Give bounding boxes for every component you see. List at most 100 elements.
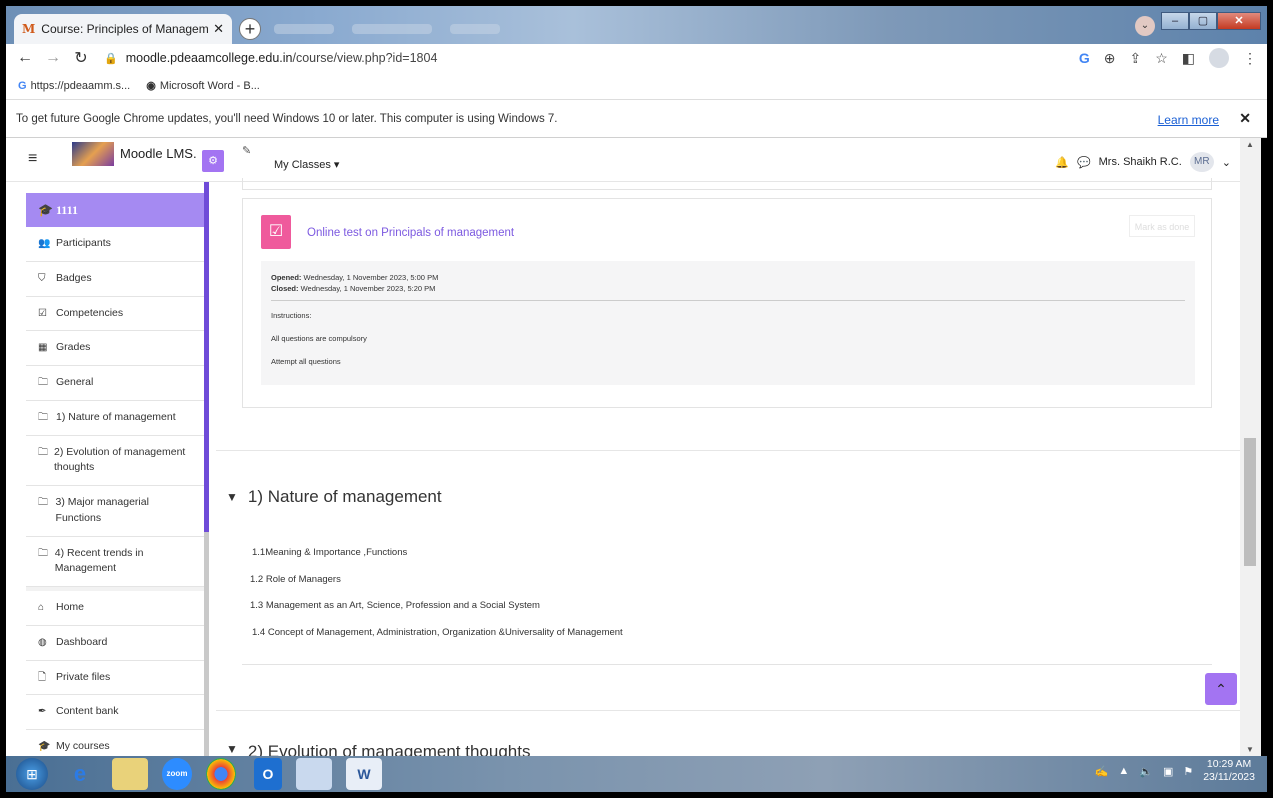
zoom-icon[interactable]: zoom [162,758,192,790]
checkbox-icon: ☑ [38,307,47,319]
sidebar-item-section-4[interactable]: 🗀 4) Recent trends in Management [26,537,204,587]
chevron-down-icon[interactable]: ⌄ [1222,156,1231,169]
bookmark-label: https://pdeaamm.s... [30,79,131,92]
profile-icon[interactable] [1209,48,1229,68]
network-icon[interactable]: ▣ [1163,765,1173,778]
bookmarks-bar: Ghttps://pdeaamm.s... ◉ Microsoft Word - … [6,72,1267,100]
bookmark-1[interactable]: Ghttps://pdeaamm.s... [18,80,130,92]
sidebar-item-private-files[interactable]: 🗋 Private files [26,661,204,696]
sidebar-accent-bar [204,182,209,532]
scroll-down-icon[interactable]: ▼ [1246,745,1254,754]
sidebar-item-label: 2) Evolution of management thoughts [54,445,186,474]
sidepanel-icon[interactable]: ◧ [1182,50,1195,67]
sidebar-item-competencies[interactable]: ☑ Competencies [26,297,204,332]
mark-as-done-button[interactable]: Mark as done [1129,215,1195,237]
clock[interactable]: 10:29 AM 23/11/2023 [1203,758,1255,784]
menu-icon[interactable]: ⋮ [1243,50,1257,67]
my-classes-menu[interactable]: My Classes ▾ [274,158,339,171]
sidebar-item-home[interactable]: ⌂ Home [26,591,204,626]
globe-icon: ◉ [146,80,156,92]
user-name[interactable]: Mrs. Shaikh R.C. [1099,156,1182,168]
shield-icon: ⛉ [38,272,46,284]
tab-title: Course: Principles of Managemen [41,22,210,36]
tab-search-icon[interactable]: ⌄ [1135,16,1155,36]
moodle-page: ≡ Moodle LMS. ⚙ ✎ My Classes ▾ 🔔 💬 Mrs. … [6,138,1261,756]
explorer-icon[interactable] [112,758,148,790]
outlook-icon[interactable]: O [254,758,282,790]
page-scrollbar[interactable]: ▲ ▼ [1240,138,1261,756]
forward-icon[interactable]: → [42,49,64,67]
sidebar-item-label: Badges [56,271,92,284]
cog-icon[interactable]: ⚙ [202,150,224,172]
edit-icon[interactable]: ✎ [242,144,251,157]
volume-icon[interactable]: 🔈 [1139,765,1153,778]
sidebar-item-section-3[interactable]: 🗀 3) Major managerial Functions [26,486,204,537]
action-center-icon[interactable]: ⚑ [1183,765,1193,778]
maximize-icon[interactable]: ▢ [1189,12,1217,30]
section-bottom-border [242,664,1212,665]
closed-label: Closed: [271,283,299,293]
sidebar-item-course[interactable]: 🎓 1111 [26,193,204,227]
message-icon[interactable]: 💬 [1077,156,1091,169]
sidebar-item-grades[interactable]: ▦ Grades [26,331,204,366]
blurred-tabs [274,20,514,38]
lock-icon: 🔒 [104,52,118,65]
home-icon: ⌂ [38,602,45,613]
share-icon[interactable]: ⇪ [1129,50,1141,67]
window-close-icon[interactable]: ✕ [1217,12,1261,30]
browser-toolbar: ← → ↻ 🔒 moodle.pdeaamcollege.edu.in /cou… [6,44,1267,72]
section-heading[interactable]: ▼ 1) Nature of management [226,487,442,507]
screen: M Course: Principles of Managemen ✕ + ⌄ … [0,0,1273,798]
chrome-active-icon[interactable] [296,758,332,790]
chrome-icon[interactable] [206,758,236,790]
scrollbar-thumb[interactable] [1244,438,1256,566]
sidebar-item-general[interactable]: 🗀 General [26,366,204,401]
star-icon[interactable]: ☆ [1155,50,1168,67]
learn-more-link[interactable]: Learn more [1158,113,1219,127]
sidebar-item-section-2[interactable]: 🗀 2) Evolution of management thoughts [26,436,204,486]
chevron-down-icon[interactable]: ▼ [226,490,238,504]
browser-titlebar: M Course: Principles of Managemen ✕ + ⌄ … [6,6,1267,44]
minimize-icon[interactable]: ‒ [1161,12,1189,30]
sidebar-item-content-bank[interactable]: ✒ Content bank [26,695,204,730]
back-icon[interactable]: ← [14,49,36,67]
scroll-up-icon[interactable]: ▲ [1246,140,1254,149]
course-sidebar: 🎓 1111 👥 Participants ⛉ Badges ☑ Competenci… [26,193,204,756]
back-to-top-button[interactable]: ⌃ [1205,673,1237,705]
quiz-icon: ☑ [261,215,291,249]
zoom-icon[interactable]: ⊕ [1104,50,1116,67]
tray-arrow-icon[interactable]: ▲ [1118,765,1129,777]
activity-link[interactable]: Online test on Principals of management [307,227,514,239]
sidebar-item-label: 4) Recent trends in Management [54,546,144,575]
avatar[interactable]: MR [1189,152,1214,172]
infobar-close-icon[interactable]: ✕ [1239,110,1251,127]
system-tray: ✍ ▲ 🔈 ▣ ⚑ 10:29 AM 23/11/2023 [1095,758,1255,784]
sidebar-item-badges[interactable]: ⛉ Badges [26,262,204,297]
word-icon[interactable]: W [346,758,382,790]
course-name: 1111 [55,203,78,217]
chevron-down-icon[interactable]: ▼ [226,742,238,756]
close-tab-icon[interactable]: ✕ [213,21,224,37]
sidebar-item-participants[interactable]: 👥 Participants [26,227,204,262]
sidebar-item-dashboard[interactable]: ◍ Dashboard [26,626,204,661]
bookmark-2[interactable]: ◉ Microsoft Word - B... [146,79,260,92]
sidebar-item-my-courses[interactable]: 🎓 My courses [26,730,204,756]
hamburger-icon[interactable]: ≡ [28,150,37,168]
section-heading[interactable]: ▼ 2) Evolution of management thoughts [226,742,530,756]
site-logo[interactable] [72,142,114,166]
dashboard-icon: ◍ [38,636,47,648]
bell-icon[interactable]: 🔔 [1055,156,1069,169]
new-tab-button[interactable]: + [239,18,261,40]
site-name[interactable]: Moodle LMS. [120,146,197,161]
reload-icon[interactable]: ↻ [70,48,92,68]
google-icon[interactable]: G [1079,50,1090,66]
browser-tab[interactable]: M Course: Principles of Managemen ✕ [14,14,232,44]
start-button[interactable]: ⊞ [16,758,48,790]
sidebar-item-label: Participants [56,237,111,249]
pen-tray-icon[interactable]: ✍ [1095,765,1109,778]
section-title: 1) Nature of management [247,487,442,506]
sidebar-scrollbar[interactable] [204,532,209,756]
sidebar-item-section-1[interactable]: 🗀 1) Nature of management [26,401,204,436]
sidebar-item-label: My courses [56,740,110,752]
ie-icon[interactable]: e [62,758,98,790]
